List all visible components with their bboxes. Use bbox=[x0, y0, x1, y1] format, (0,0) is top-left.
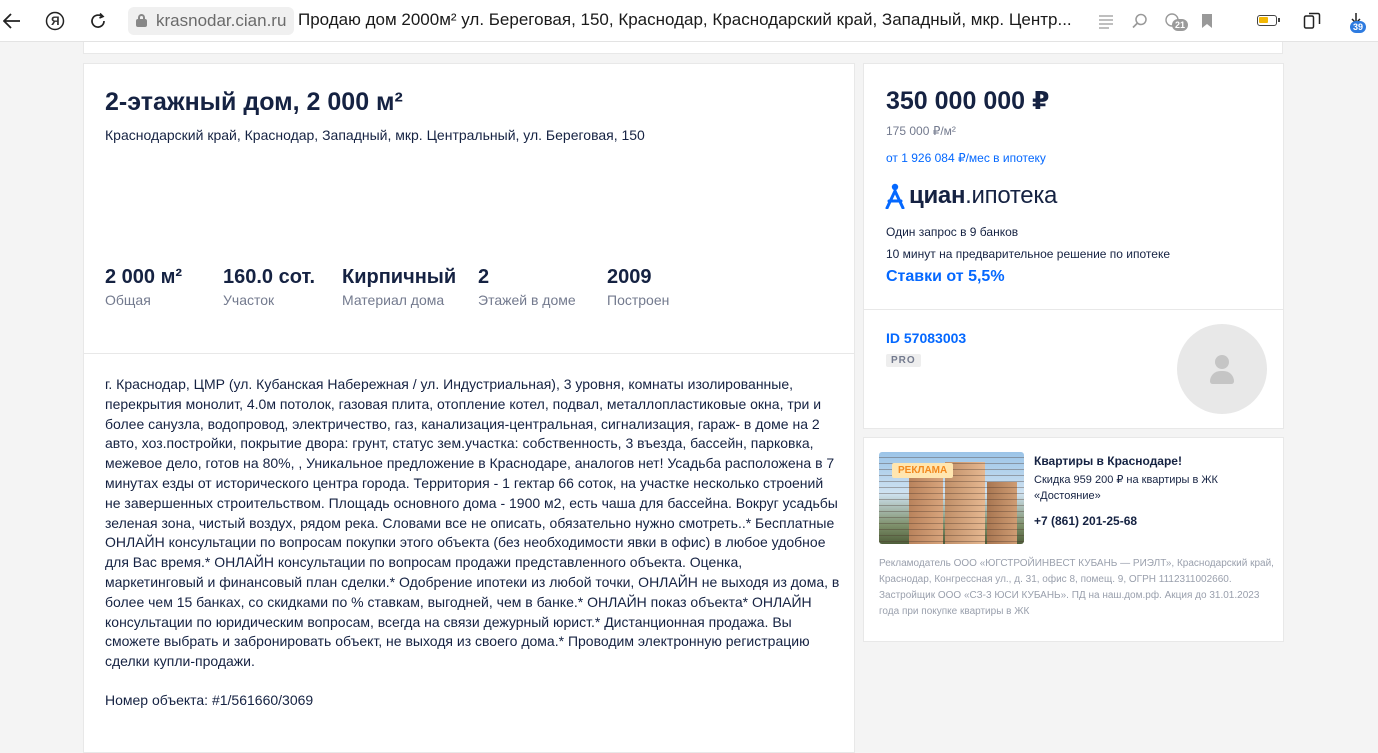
section-divider bbox=[84, 353, 854, 354]
battery-icon bbox=[1257, 15, 1280, 26]
url-text: krasnodar.cian.ru bbox=[156, 11, 287, 30]
fact-value: Кирпичный bbox=[342, 266, 457, 288]
listing-description: г. Краснодар, ЦМР (ул. Кубанская Набереж… bbox=[105, 376, 840, 670]
tabs-count-badge: 21 bbox=[1172, 19, 1189, 31]
downloads-icon[interactable]: 39 bbox=[1346, 11, 1367, 33]
ad-text: Скидка 959 200 ₽ на квартиры в ЖК «Досто… bbox=[1034, 474, 1218, 502]
yandex-glyph: Я bbox=[51, 14, 60, 28]
listing-address[interactable]: Краснодарский край, Краснодар, Западный,… bbox=[105, 127, 645, 143]
collections-icon[interactable] bbox=[1302, 11, 1322, 31]
ad-legal-text: Рекламодатель ООО «ЮГСТРОЙИНВЕСТ КУБАНЬ … bbox=[879, 558, 1274, 617]
fact-label: Этажей в доме bbox=[478, 292, 576, 308]
fact-label: Построен bbox=[607, 292, 670, 308]
search-icon[interactable] bbox=[1130, 11, 1150, 31]
browser-toolbar: Я krasnodar.cian.ru Продаю дом 2000м² ул… bbox=[0, 0, 1378, 42]
object-number: Номер объекта: #1/561660/3069 bbox=[105, 692, 314, 708]
fact-material: Кирпичный Материал дома bbox=[342, 266, 456, 308]
previous-section-edge bbox=[83, 42, 1283, 54]
page-title: Продаю дом 2000м² ул. Береговая, 150, Кр… bbox=[298, 10, 1072, 29]
mortgage-payment-link[interactable]: от 1 926 084 ₽/мес в ипотеку bbox=[886, 151, 1046, 165]
ad-card[interactable]: РЕКЛАМА Квартиры в Краснодаре! Скидка 95… bbox=[863, 437, 1284, 642]
fact-plot: 160.0 сот. Участок bbox=[223, 266, 315, 308]
back-arrow-icon[interactable] bbox=[2, 11, 22, 31]
fact-value: 2 bbox=[478, 266, 490, 288]
section-divider bbox=[864, 309, 1283, 310]
mortgage-rates-link[interactable]: Ставки от 5,5% bbox=[886, 268, 1005, 286]
fact-value: 2 000 м² bbox=[105, 266, 183, 288]
address-bar[interactable]: krasnodar.cian.ru bbox=[128, 7, 295, 35]
listing-title: 2-этажный дом, 2 000 м² bbox=[105, 88, 403, 116]
fact-value: 160.0 сот. bbox=[223, 266, 316, 288]
downloads-count-badge: 39 bbox=[1350, 21, 1367, 33]
user-icon bbox=[1215, 355, 1229, 369]
fact-label: Участок bbox=[223, 292, 275, 308]
reload-icon[interactable] bbox=[88, 11, 108, 31]
fact-year-built: 2009 Построен bbox=[607, 266, 669, 308]
fact-label: Общая bbox=[105, 292, 151, 308]
price-card: 350 000 000 ₽ 175 000 ₽/м² от 1 926 084 … bbox=[863, 63, 1284, 429]
pro-badge: PRO bbox=[886, 354, 921, 367]
tabs-icon[interactable]: 21 bbox=[1163, 11, 1189, 31]
price-per-m2: 175 000 ₽/м² bbox=[886, 124, 956, 138]
mortgage-decision-text: 10 минут на предварительное решение по и… bbox=[886, 247, 1170, 261]
cian-mortgage-logo[interactable]: циан .ипотека bbox=[885, 181, 1057, 211]
fact-label: Материал дома bbox=[342, 292, 445, 308]
fact-floors: 2 Этажей в доме bbox=[478, 266, 576, 308]
ad-title[interactable]: Квартиры в Краснодаре! bbox=[1034, 454, 1182, 468]
bookmark-icon[interactable] bbox=[1197, 11, 1217, 31]
mortgage-banks-text: Один запрос в 9 банков bbox=[886, 225, 1019, 239]
listing-card: 2-этажный дом, 2 000 м² Краснодарский кр… bbox=[83, 63, 855, 753]
fact-total-area: 2 000 м² Общая bbox=[105, 266, 182, 308]
cian-logo-icon bbox=[885, 183, 905, 209]
logo-word-mortgage: .ипотека bbox=[965, 182, 1058, 209]
yandex-icon[interactable]: Я bbox=[45, 11, 65, 31]
agent-id-link[interactable]: ID 57083003 bbox=[886, 330, 966, 346]
ad-phone[interactable]: +7 (861) 201-25-68 bbox=[1034, 514, 1137, 528]
ad-image[interactable]: РЕКЛАМА bbox=[879, 452, 1024, 544]
fact-value: 2009 bbox=[607, 266, 652, 288]
lock-icon bbox=[136, 14, 147, 27]
logo-word-cian: циан bbox=[909, 182, 966, 209]
price-total: 350 000 000 ₽ bbox=[886, 87, 1050, 115]
agent-avatar[interactable] bbox=[1177, 324, 1267, 414]
reader-mode-icon[interactable] bbox=[1096, 11, 1116, 31]
ad-tag: РЕКЛАМА bbox=[892, 463, 954, 478]
